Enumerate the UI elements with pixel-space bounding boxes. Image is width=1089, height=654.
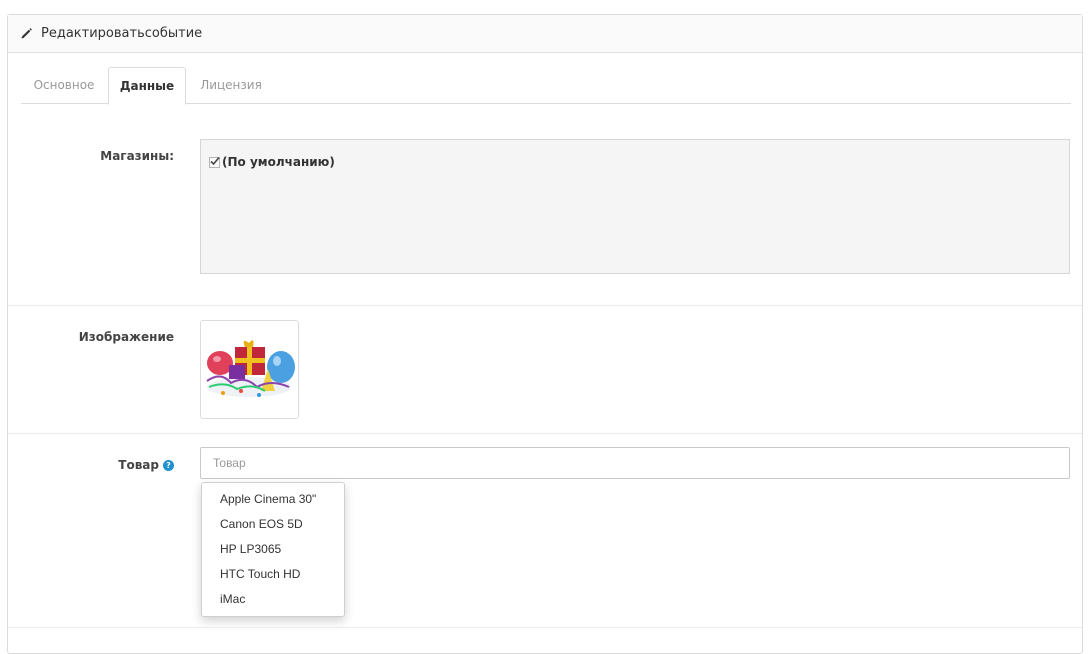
panel-heading: Редактироватьсобытие — [8, 15, 1082, 53]
tab-license[interactable]: Лицензия — [191, 67, 271, 104]
store-label: (По умолчанию) — [222, 155, 335, 169]
tab-data[interactable]: Данные — [108, 67, 186, 105]
stores-label: Магазины: — [100, 149, 174, 163]
product-input[interactable] — [200, 447, 1070, 479]
divider — [8, 305, 1082, 306]
panel-title: Редактироватьсобытие — [41, 26, 203, 41]
check-icon — [210, 156, 220, 165]
product-label-text: Товар — [118, 458, 159, 472]
dropdown-item[interactable]: Canon EOS 5D — [202, 512, 344, 537]
dropdown-item[interactable]: HP LP3065 — [202, 537, 344, 562]
tab-general[interactable]: Основное — [21, 67, 107, 104]
store-item-default[interactable]: (По умолчанию) — [209, 155, 335, 169]
party-image — [201, 321, 298, 418]
dropdown-item[interactable]: HTC Touch HD — [202, 562, 344, 587]
divider — [8, 627, 1082, 628]
stores-list: (По умолчанию) — [200, 139, 1070, 274]
tab-bar: Основное Данные Лицензия — [21, 67, 1071, 105]
dropdown-item[interactable]: Apple Cinema 30" — [202, 487, 344, 512]
dropdown-item[interactable]: iMac — [202, 587, 344, 612]
store-checkbox[interactable] — [209, 156, 220, 168]
event-image-thumbnail[interactable] — [200, 320, 299, 419]
pencil-icon — [20, 27, 34, 41]
edit-event-panel: Редактироватьсобытие Основное Данные Лиц… — [7, 14, 1083, 654]
product-label: Товар? — [48, 458, 174, 472]
question-circle-icon[interactable]: ? — [163, 460, 174, 471]
product-autocomplete-dropdown: Apple Cinema 30" Canon EOS 5D HP LP3065 … — [201, 482, 345, 617]
image-label: Изображение — [78, 330, 174, 344]
divider — [8, 433, 1082, 434]
